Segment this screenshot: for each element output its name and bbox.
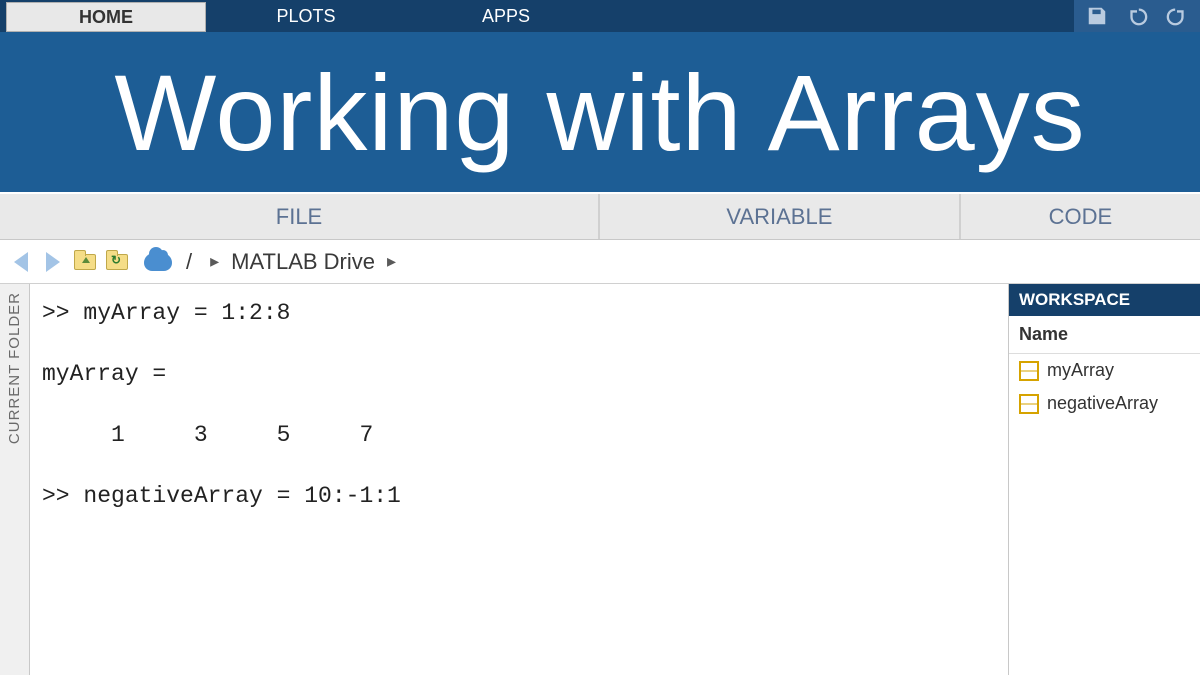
section-file[interactable]: FILE <box>0 194 600 239</box>
cmd-blank <box>42 457 996 481</box>
folder-up-icon <box>74 254 96 270</box>
workspace-var-name: myArray <box>1047 360 1114 381</box>
command-window[interactable]: >> myArray = 1:2:8 myArray = 1 3 5 7 >> … <box>30 284 1008 675</box>
section-code[interactable]: CODE <box>961 194 1200 239</box>
ribbon-section-bar: FILE VARIABLE CODE <box>0 192 1200 240</box>
path-segment-drive[interactable]: MATLAB Drive <box>231 249 375 275</box>
workspace-title: WORKSPACE <box>1009 284 1200 316</box>
cloud-icon <box>144 253 172 271</box>
cmd-output-header: myArray = <box>42 359 996 390</box>
workspace-variable[interactable]: negativeArray <box>1009 387 1200 420</box>
redo-icon[interactable] <box>1162 1 1192 31</box>
cmd-output-values: 1 3 5 7 <box>42 420 996 451</box>
cmd-blank <box>42 335 996 359</box>
tab-plots[interactable]: PLOTS <box>206 0 406 32</box>
banner-title: Working with Arrays <box>0 32 1200 192</box>
nav-browse-folder-button[interactable] <box>102 247 132 277</box>
cmd-line: >> myArray = 1:2:8 <box>42 298 996 329</box>
tab-apps[interactable]: APPS <box>406 0 606 32</box>
undo-icon[interactable] <box>1122 1 1152 31</box>
folder-browse-icon <box>106 254 128 270</box>
chevron-right-icon[interactable]: ▸ <box>387 251 396 272</box>
cmd-blank <box>42 396 996 420</box>
quick-access-toolbar <box>1074 0 1200 32</box>
save-icon[interactable] <box>1082 1 1112 31</box>
address-bar: / ▸ MATLAB Drive ▸ <box>0 240 1200 284</box>
tab-home[interactable]: HOME <box>6 2 206 32</box>
workspace-panel: WORKSPACE Name myArray negativeArray <box>1008 284 1200 675</box>
main-area: CURRENT FOLDER >> myArray = 1:2:8 myArra… <box>0 284 1200 675</box>
arrow-right-icon <box>46 252 60 272</box>
workspace-var-name: negativeArray <box>1047 393 1158 414</box>
section-variable[interactable]: VARIABLE <box>600 194 961 239</box>
nav-up-folder-button[interactable] <box>70 247 100 277</box>
workspace-variable[interactable]: myArray <box>1009 354 1200 387</box>
nav-back-button[interactable] <box>6 247 36 277</box>
variable-array-icon <box>1019 394 1039 414</box>
path-separator: / <box>186 249 192 275</box>
workspace-column-name[interactable]: Name <box>1009 316 1200 354</box>
nav-forward-button[interactable] <box>38 247 68 277</box>
toolstrip-tabs: HOME PLOTS APPS <box>0 0 1200 32</box>
current-folder-label: CURRENT FOLDER <box>6 292 23 444</box>
arrow-left-icon <box>14 252 28 272</box>
cmd-line: >> negativeArray = 10:-1:1 <box>42 481 996 512</box>
variable-array-icon <box>1019 361 1039 381</box>
current-folder-panel-tab[interactable]: CURRENT FOLDER <box>0 284 30 675</box>
chevron-right-icon[interactable]: ▸ <box>210 251 219 272</box>
